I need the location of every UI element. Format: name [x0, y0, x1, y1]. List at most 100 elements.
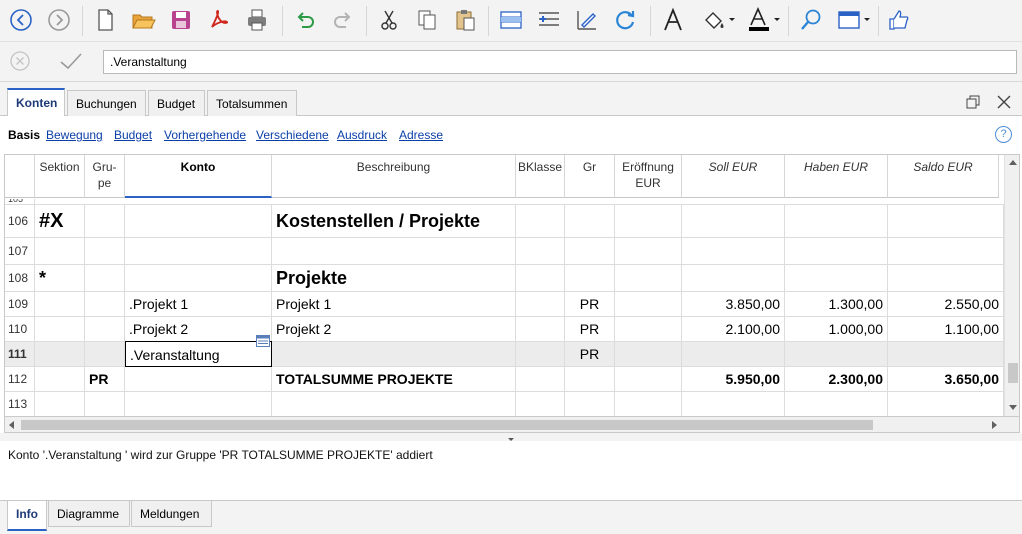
- view-vorhergehende[interactable]: Vorhergehende: [164, 128, 246, 142]
- cell-bklasse[interactable]: [516, 367, 565, 391]
- cell-saldo[interactable]: [888, 238, 1004, 264]
- table-row[interactable]: 113: [5, 392, 1005, 416]
- cell-saldo[interactable]: [888, 265, 1004, 291]
- like-icon[interactable]: [884, 5, 914, 35]
- table-row[interactable]: 107: [5, 238, 1005, 265]
- text-color-icon[interactable]: [744, 5, 784, 35]
- column-header-saldo[interactable]: Saldo EUR: [888, 155, 999, 198]
- cell-gruppe[interactable]: PR: [85, 367, 125, 391]
- close-icon[interactable]: [996, 94, 1012, 110]
- cell-konto[interactable]: [125, 392, 272, 416]
- tab-diagramme[interactable]: Diagramme: [48, 501, 130, 527]
- tab-buchungen[interactable]: Buchungen: [67, 90, 146, 116]
- redo-icon[interactable]: [328, 5, 358, 35]
- cell-editor[interactable]: .Veranstaltung: [125, 335, 272, 367]
- fill-color-icon[interactable]: [698, 5, 738, 35]
- paste-icon[interactable]: [450, 5, 480, 35]
- help-icon[interactable]: ?: [995, 126, 1012, 143]
- tab-budget[interactable]: Budget: [148, 90, 205, 116]
- cell-gr[interactable]: [565, 205, 615, 237]
- table-row[interactable]: 110 .Projekt 2 Projekt 2 PR 2.100,00 1.000,00…: [5, 317, 1005, 342]
- table-row[interactable]: 106 #X Kostenstellen / Projekte: [5, 205, 1005, 238]
- cell-konto[interactable]: .Projekt 1: [125, 292, 272, 316]
- insert-row-icon[interactable]: [496, 5, 526, 35]
- cell-soll[interactable]: [682, 392, 785, 416]
- cell-bklasse[interactable]: [516, 205, 565, 237]
- add-rows-icon[interactable]: [534, 5, 564, 35]
- cell-gr[interactable]: PR: [565, 342, 615, 366]
- undo-icon[interactable]: [290, 5, 320, 35]
- table-row[interactable]: 109 .Projekt 1 Projekt 1 PR 3.850,00 1.300,00…: [5, 292, 1005, 317]
- cell-eroeffnung[interactable]: [615, 292, 682, 316]
- tab-totalsummen[interactable]: Totalsummen: [207, 90, 297, 116]
- view-bewegung[interactable]: Bewegung: [46, 128, 103, 142]
- cell-beschreibung[interactable]: Kostenstellen / Projekte: [272, 205, 516, 237]
- cell-eroeffnung[interactable]: [615, 342, 682, 366]
- column-header-eroeffnung[interactable]: Eröffnung EUR: [615, 155, 682, 198]
- cell-haben[interactable]: 2.300,00: [785, 367, 888, 391]
- forward-icon[interactable]: [44, 5, 74, 35]
- tab-info[interactable]: Info: [7, 501, 47, 531]
- table-row[interactable]: 111.VeranstaltungPR.Veranstaltung: [5, 335, 1005, 367]
- cell-soll[interactable]: [682, 265, 785, 291]
- table-row[interactable]: 108 * Projekte: [5, 265, 1005, 292]
- cell-haben[interactable]: [785, 238, 888, 264]
- cell-gruppe[interactable]: [85, 317, 125, 341]
- cell-beschreibung[interactable]: Projekt 1: [272, 292, 516, 316]
- view-basis[interactable]: Basis: [8, 128, 40, 142]
- font-icon[interactable]: [658, 5, 688, 35]
- cell-gruppe[interactable]: [85, 292, 125, 316]
- cut-icon[interactable]: [374, 5, 404, 35]
- cell-soll[interactable]: [682, 238, 785, 264]
- column-header-beschreibung[interactable]: Beschreibung: [272, 155, 516, 198]
- cell-sektion[interactable]: [35, 238, 85, 264]
- cell-saldo[interactable]: 2.550,00: [888, 292, 1004, 316]
- cell-konto[interactable]: .Projekt 2: [125, 317, 272, 341]
- column-header-gruppe[interactable]: Gru- pe: [85, 155, 125, 198]
- column-header-sektion[interactable]: Sektion: [35, 155, 85, 198]
- confirm-edit-icon[interactable]: [58, 50, 84, 72]
- cell-eroeffnung[interactable]: [615, 265, 682, 291]
- vertical-scrollbar[interactable]: [1004, 155, 1019, 416]
- cell-sektion[interactable]: *: [35, 265, 85, 291]
- cell-sektion[interactable]: [35, 292, 85, 316]
- cancel-edit-icon[interactable]: [9, 50, 31, 72]
- cell-soll[interactable]: [682, 205, 785, 237]
- cell-saldo[interactable]: 1.100,00: [888, 317, 1004, 341]
- cell-gr[interactable]: PR: [565, 292, 615, 316]
- cell-konto[interactable]: [125, 238, 272, 264]
- column-header-gr[interactable]: Gr: [565, 155, 615, 198]
- view-verschiedene[interactable]: Verschiedene: [256, 128, 329, 142]
- cell-eroeffnung[interactable]: [615, 367, 682, 391]
- cell-soll[interactable]: 5.950,00: [682, 367, 785, 391]
- back-icon[interactable]: [6, 5, 36, 35]
- cell-saldo[interactable]: [888, 342, 1004, 366]
- cell-eroeffnung[interactable]: [615, 392, 682, 416]
- cell-haben[interactable]: 1.000,00: [785, 317, 888, 341]
- cell-gr[interactable]: [565, 367, 615, 391]
- cell-konto[interactable]: [125, 367, 272, 391]
- column-header-konto[interactable]: Konto: [125, 155, 272, 198]
- cell-eroeffnung[interactable]: [615, 205, 682, 237]
- cell-gruppe[interactable]: [85, 392, 125, 416]
- cell-beschreibung[interactable]: [272, 238, 516, 264]
- cell-bklasse[interactable]: [516, 292, 565, 316]
- cell-haben[interactable]: [785, 265, 888, 291]
- cell-soll[interactable]: 2.100,00: [682, 317, 785, 341]
- pdf-icon[interactable]: [204, 5, 234, 35]
- cell-sektion[interactable]: [35, 317, 85, 341]
- column-header-bklasse[interactable]: BKlasse: [516, 155, 565, 198]
- cell-beschreibung[interactable]: Projekte: [272, 265, 516, 291]
- copy-icon[interactable]: [412, 5, 442, 35]
- view-ausdruck[interactable]: Ausdruck: [337, 128, 387, 142]
- window-icon[interactable]: [834, 5, 874, 35]
- cell-gruppe[interactable]: [85, 205, 125, 237]
- find-icon[interactable]: [796, 5, 826, 35]
- save-icon[interactable]: [166, 5, 196, 35]
- tab-meldungen[interactable]: Meldungen: [131, 501, 212, 527]
- cell-gr[interactable]: [565, 238, 615, 264]
- recalculate-icon[interactable]: [610, 5, 640, 35]
- cell-bklasse[interactable]: [516, 238, 565, 264]
- print-icon[interactable]: [242, 5, 272, 35]
- cell-gr[interactable]: [565, 265, 615, 291]
